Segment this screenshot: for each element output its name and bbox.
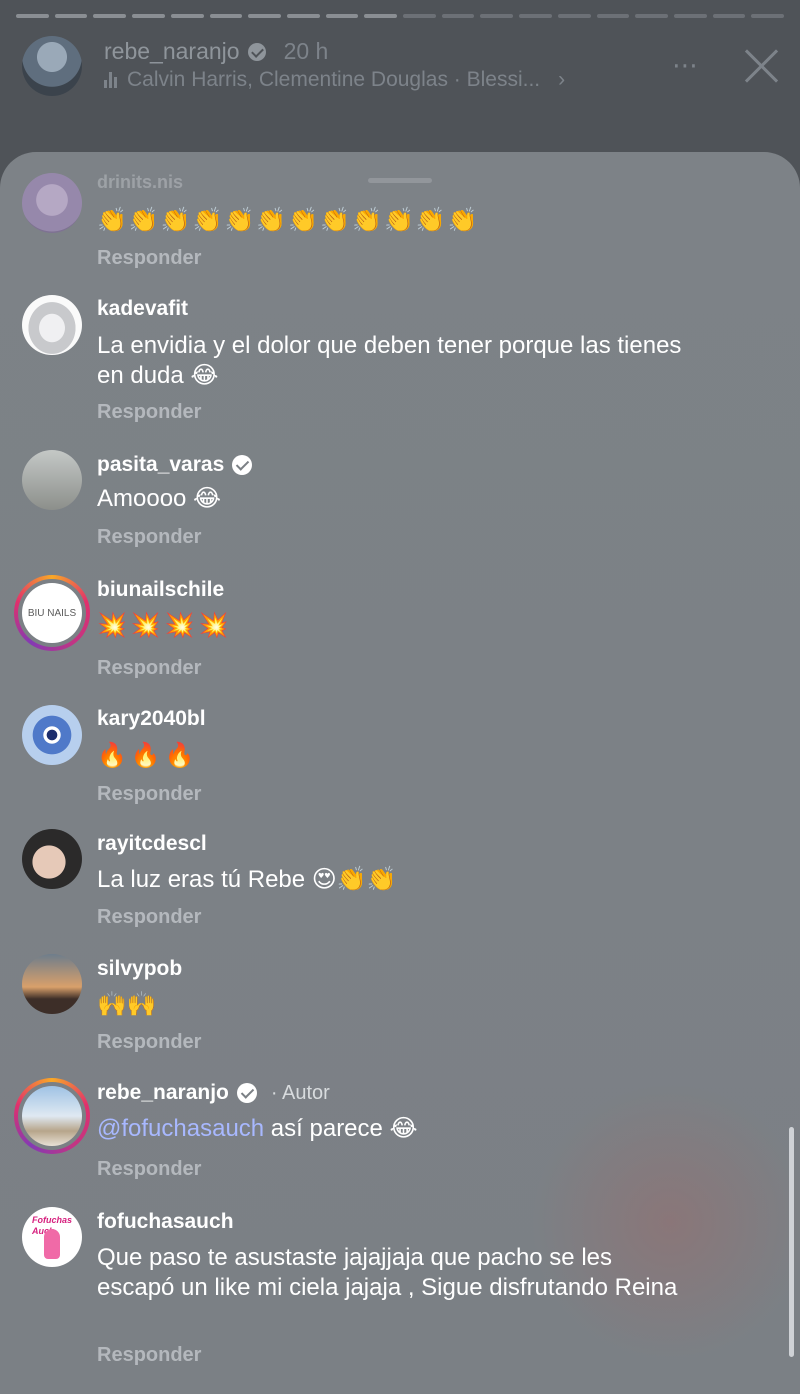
username-text[interactable]: kary2040bl xyxy=(97,707,206,731)
avatar[interactable] xyxy=(22,295,82,355)
comment-text: La envidia y el dolor que deben tener po… xyxy=(97,332,682,389)
comment-username[interactable]: drinits.nis xyxy=(97,172,183,193)
comment-username[interactable]: fofuchasauch xyxy=(97,1210,234,1234)
comment-text: 👏👏👏👏👏👏👏👏👏👏👏👏 xyxy=(97,207,480,234)
comment-text: 🙌🙌 xyxy=(97,991,157,1018)
story-username[interactable]: rebe_naranjo xyxy=(104,38,240,65)
music-label: Calvin Harris, Clementine Douglas · Bles… xyxy=(127,68,541,91)
verified-icon xyxy=(236,1083,257,1103)
reply-button[interactable]: Responder xyxy=(97,247,201,270)
progress-segment xyxy=(596,14,630,18)
username-text[interactable]: pasita_varas xyxy=(97,453,224,477)
story-music[interactable]: Calvin Harris, Clementine Douglas · Bles… xyxy=(104,68,565,92)
reply-button[interactable]: Responder xyxy=(97,1031,201,1054)
progress-segment xyxy=(519,14,552,18)
reply-button[interactable]: Responder xyxy=(97,783,201,806)
avatar[interactable] xyxy=(22,450,82,510)
avatar[interactable] xyxy=(22,954,82,1014)
avatar[interactable] xyxy=(22,705,82,765)
comment-username[interactable]: pasita_varas xyxy=(97,453,253,477)
progress-segment xyxy=(441,14,475,18)
progress-segment xyxy=(673,14,707,18)
progress-segment xyxy=(325,14,359,18)
avatar[interactable] xyxy=(22,829,82,889)
avatar-logo: BIU NAILS xyxy=(22,583,82,643)
username-text[interactable]: kadevafit xyxy=(97,297,188,321)
story-time: 20 h xyxy=(283,38,329,64)
progress-segment xyxy=(751,14,785,18)
username-text[interactable]: biunailschile xyxy=(97,578,224,602)
avatar-story-ring[interactable]: BIU NAILS xyxy=(14,575,90,651)
comment-username[interactable]: rebe_naranjo · Autor xyxy=(97,1081,330,1105)
reply-button[interactable]: Responder xyxy=(97,657,201,680)
verified-icon xyxy=(247,42,266,61)
comment-username[interactable]: rayitcdescl xyxy=(97,832,207,856)
more-options-icon[interactable]: ⋯ xyxy=(672,50,700,81)
username-text[interactable]: rebe_naranjo xyxy=(97,1081,229,1105)
doll-icon xyxy=(44,1229,60,1259)
reply-button[interactable]: Responder xyxy=(97,526,201,549)
reply-button[interactable]: Responder xyxy=(97,906,201,929)
progress-segment xyxy=(93,14,127,18)
reply-button[interactable]: Responder xyxy=(97,401,201,424)
avatar-story-ring[interactable] xyxy=(14,1078,90,1154)
progress-segment xyxy=(403,14,436,18)
comment-username[interactable]: kary2040bl xyxy=(97,707,206,731)
progress-segment xyxy=(364,14,398,18)
progress-segment xyxy=(209,14,243,18)
mention-link[interactable]: @fofuchasauch xyxy=(97,1115,264,1142)
progress-segment xyxy=(54,14,88,18)
verified-icon xyxy=(232,455,253,475)
comment-username[interactable]: biunailschile xyxy=(97,578,224,602)
comment-username[interactable]: kadevafit xyxy=(97,297,188,321)
progress-segment xyxy=(480,14,514,18)
progress-segment xyxy=(712,14,746,18)
comments-sheet: drinits.nis 👏👏👏👏👏👏👏👏👏👏👏👏 Responder kadev… xyxy=(0,152,800,1394)
progress-segment xyxy=(170,14,204,18)
comment-username[interactable]: silvypob xyxy=(97,957,182,981)
chevron-right-icon: › xyxy=(558,68,566,91)
comment-text: @fofuchasauch así parece 😂 xyxy=(97,1114,697,1144)
reply-button[interactable]: Responder xyxy=(97,1344,201,1367)
progress-segment xyxy=(557,14,591,18)
progress-segment xyxy=(16,14,49,18)
progress-segment xyxy=(132,14,165,18)
comment-text: Amoooo 😂 xyxy=(97,485,222,512)
scrollbar[interactable] xyxy=(789,1127,794,1357)
author-badge: · Autor xyxy=(270,1081,330,1104)
story-header: rebe_naranjo 20 h Calvin Harris, Clement… xyxy=(0,28,800,138)
username-text[interactable]: silvypob xyxy=(97,957,182,981)
close-icon[interactable] xyxy=(742,46,782,86)
story-progress-bar xyxy=(16,14,785,18)
comment-text: 💥💥💥💥 xyxy=(97,612,233,639)
comment-text: Que paso te asustaste jajajjaja que pach… xyxy=(97,1244,678,1301)
username-text[interactable]: fofuchasauch xyxy=(97,1210,234,1234)
progress-segment xyxy=(248,14,281,18)
progress-segment xyxy=(635,14,668,18)
story-user-row[interactable]: rebe_naranjo 20 h xyxy=(104,38,328,65)
comment-text: La luz eras tú Rebe 😍👏👏 xyxy=(97,866,397,893)
avatar[interactable]: Fofuchas Auch xyxy=(22,1207,82,1267)
sheet-grab-handle[interactable] xyxy=(368,178,432,183)
progress-segment xyxy=(286,14,320,18)
comment-text-body: así parece 😂 xyxy=(264,1115,418,1142)
avatar-image xyxy=(22,1086,82,1146)
username-text[interactable]: rayitcdescl xyxy=(97,832,207,856)
music-bars-icon xyxy=(104,72,117,88)
avatar[interactable] xyxy=(22,173,82,233)
comment-text: 🔥🔥🔥 xyxy=(97,742,199,769)
reply-button[interactable]: Responder xyxy=(97,1158,201,1181)
story-avatar[interactable] xyxy=(22,36,82,96)
